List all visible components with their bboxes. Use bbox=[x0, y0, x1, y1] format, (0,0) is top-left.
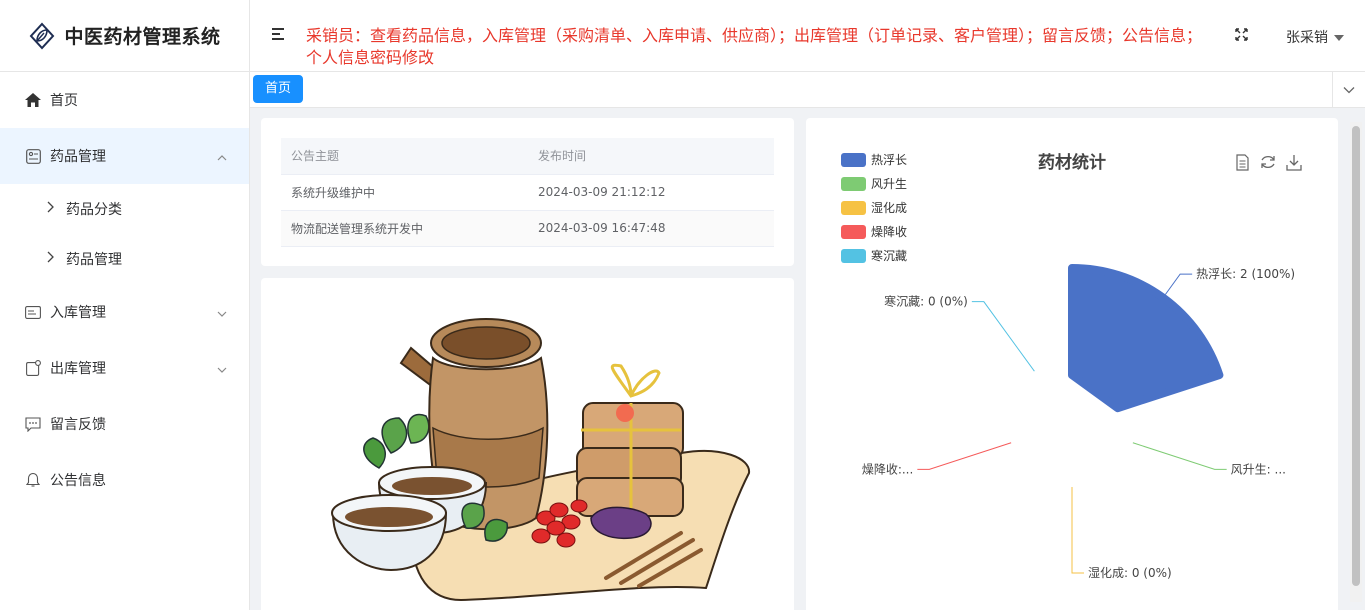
label-leader-line bbox=[971, 301, 1035, 372]
sidebar-item-medicine[interactable]: 药品管理 bbox=[0, 128, 249, 184]
sidebar-item-notice[interactable]: 公告信息 bbox=[0, 452, 249, 508]
slice-label: 风升生: ... bbox=[1231, 462, 1286, 476]
column-header: 公告主题 bbox=[281, 138, 528, 175]
medicine-icon bbox=[24, 147, 42, 165]
top-header: 采销员：查看药品信息，入库管理（采购清单、入库申请、供应商）；出库管理（订单记录… bbox=[250, 0, 1365, 72]
column-header: 发布时间 bbox=[528, 138, 774, 175]
legend-label: 湿化成 bbox=[871, 200, 907, 215]
legend-swatch bbox=[841, 153, 866, 167]
save-image-icon[interactable] bbox=[1286, 155, 1302, 171]
pie-slice[interactable] bbox=[1068, 264, 1224, 413]
herbal-medicine-illustration bbox=[331, 318, 751, 602]
sidebar-item-inbound[interactable]: 入库管理 bbox=[0, 284, 249, 340]
chevron-down-icon bbox=[217, 363, 227, 379]
table-row[interactable]: 系统升级维护中 2024-03-09 21:12:12 bbox=[281, 174, 774, 211]
pie-chart: 热浮长风升生湿化成燥降收寒沉藏 药材统计 热浮长: 2 (100%) 风升生: .… bbox=[841, 152, 1302, 580]
restore-icon[interactable] bbox=[1261, 156, 1275, 168]
notice-title: 系统升级维护中 bbox=[281, 174, 528, 211]
legend-swatch bbox=[841, 201, 866, 215]
notice-card: 公告主题 发布时间 系统升级维护中 2024-03-09 21:12:12 物流… bbox=[261, 118, 794, 266]
sidebar-item-label: 首页 bbox=[50, 93, 78, 109]
sidebar: 中医药材管理系统 首页 药品管理 药品分类 药品管理 入库管理 出库管理 留言反… bbox=[0, 0, 250, 610]
menu-toggle-icon[interactable] bbox=[272, 28, 286, 40]
sidebar-subitem-label: 药品管理 bbox=[66, 252, 122, 268]
chevron-right-icon bbox=[46, 251, 54, 267]
herbal-illustration-card bbox=[261, 278, 794, 610]
notice-table: 公告主题 发布时间 系统升级维护中 2024-03-09 21:12:12 物流… bbox=[281, 138, 774, 247]
slice-label: 湿化成: 0 (0%) bbox=[1088, 565, 1172, 580]
sidebar-item-label: 留言反馈 bbox=[50, 417, 106, 433]
legend-item[interactable]: 寒沉藏 bbox=[841, 248, 907, 263]
legend-swatch bbox=[841, 225, 866, 239]
tags-dropdown-button[interactable] bbox=[1332, 72, 1365, 108]
role-permission-text: 采销员：查看药品信息，入库管理（采购清单、入库申请、供应商）；出库管理（订单记录… bbox=[306, 25, 1226, 69]
tab-home[interactable]: 首页 bbox=[253, 75, 304, 103]
legend-swatch bbox=[841, 177, 866, 191]
herb-statistics-card: 热浮长风升生湿化成燥降收寒沉藏 药材统计 热浮长: 2 (100%) 风升生: .… bbox=[806, 118, 1338, 610]
label-leader-line bbox=[1165, 273, 1193, 295]
sidebar-subitem-category[interactable]: 药品分类 bbox=[0, 184, 249, 234]
role-line-1: 采销员：查看药品信息，入库管理（采购清单、入库申请、供应商）；出库管理（订单记录… bbox=[306, 26, 1203, 45]
legend-label: 燥降收 bbox=[871, 225, 907, 239]
notice-title: 物流配送管理系统开发中 bbox=[281, 210, 528, 247]
legend-item[interactable]: 风升生 bbox=[841, 177, 907, 191]
chevron-down-icon bbox=[217, 307, 227, 323]
label-leader-line bbox=[1071, 487, 1084, 574]
role-line-2: 个人信息密码修改 bbox=[306, 48, 435, 67]
slice-label: 寒沉藏: 0 (0%) bbox=[884, 294, 968, 309]
main-content: 公告主题 发布时间 系统升级维护中 2024-03-09 21:12:12 物流… bbox=[250, 108, 1365, 610]
sidebar-item-label: 入库管理 bbox=[50, 305, 106, 321]
slice-label: 热浮长: 2 (100%) bbox=[1196, 267, 1295, 281]
bell-icon bbox=[24, 471, 42, 489]
logo-bar: 中医药材管理系统 bbox=[0, 0, 249, 72]
user-dropdown[interactable]: 张采销 bbox=[1286, 27, 1344, 47]
label-leader-line bbox=[1132, 442, 1227, 470]
legend-item[interactable]: 燥降收 bbox=[841, 225, 907, 239]
sidebar-item-label: 公告信息 bbox=[50, 473, 106, 489]
user-name: 张采销 bbox=[1286, 30, 1328, 46]
label-leader-line bbox=[917, 442, 1012, 470]
home-icon bbox=[24, 91, 42, 109]
legend-item[interactable]: 湿化成 bbox=[841, 200, 907, 215]
legend-label: 热浮长 bbox=[871, 153, 907, 167]
message-icon bbox=[24, 415, 42, 433]
chevron-up-icon bbox=[217, 151, 227, 167]
sidebar-subitem-medicine-manage[interactable]: 药品管理 bbox=[0, 234, 249, 284]
notice-time: 2024-03-09 21:12:12 bbox=[528, 174, 774, 211]
scrollbar-thumb[interactable] bbox=[1352, 126, 1360, 586]
sidebar-item-feedback[interactable]: 留言反馈 bbox=[0, 396, 249, 452]
app-title: 中医药材管理系统 bbox=[64, 26, 221, 48]
data-view-icon[interactable] bbox=[1236, 154, 1249, 171]
chevron-right-icon bbox=[46, 201, 54, 217]
sidebar-item-outbound[interactable]: 出库管理 bbox=[0, 340, 249, 396]
outbound-icon bbox=[24, 359, 42, 377]
legend-label: 寒沉藏 bbox=[871, 248, 907, 263]
sidebar-item-label: 出库管理 bbox=[50, 361, 106, 377]
legend-swatch bbox=[841, 249, 866, 263]
sidebar-subitem-label: 药品分类 bbox=[66, 202, 122, 218]
legend-label: 风升生 bbox=[871, 177, 907, 191]
caret-down-icon bbox=[1334, 35, 1344, 41]
inbound-icon bbox=[24, 303, 42, 321]
tags-bar: 首页 bbox=[250, 72, 1365, 108]
vertical-scrollbar[interactable] bbox=[1350, 122, 1362, 602]
table-row[interactable]: 物流配送管理系统开发中 2024-03-09 16:47:48 bbox=[281, 210, 774, 247]
leaf-logo-icon bbox=[30, 22, 55, 49]
legend-item[interactable]: 热浮长 bbox=[841, 153, 907, 167]
sidebar-item-label: 药品管理 bbox=[50, 149, 106, 165]
chevron-down-icon bbox=[1343, 87, 1355, 94]
notice-time: 2024-03-09 16:47:48 bbox=[528, 210, 774, 247]
slice-label: 燥降收:... bbox=[862, 462, 914, 476]
sidebar-item-home[interactable]: 首页 bbox=[0, 72, 249, 128]
fullscreen-icon[interactable] bbox=[1235, 28, 1248, 45]
chart-title: 药材统计 bbox=[1038, 152, 1106, 173]
